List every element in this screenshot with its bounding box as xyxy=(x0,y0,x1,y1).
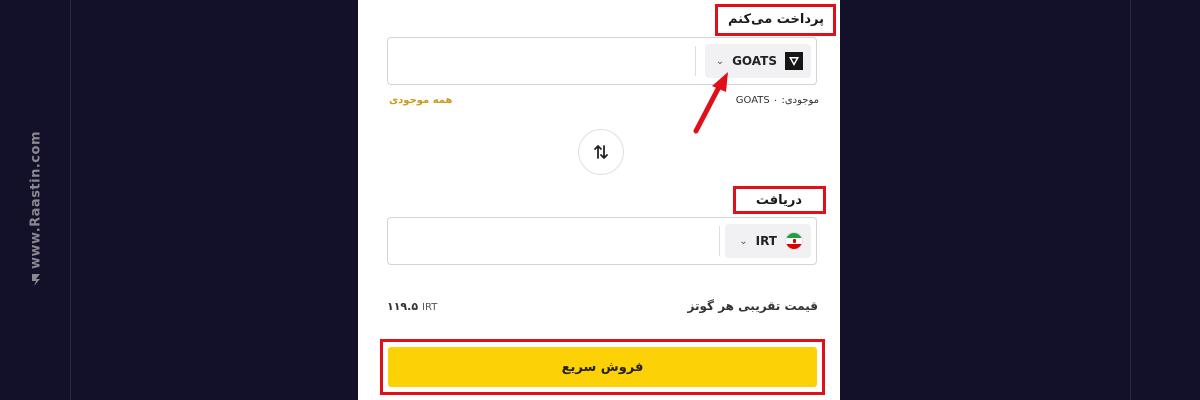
raastin-logo-icon xyxy=(32,274,40,286)
receive-amount-field: ⌄ IRT xyxy=(387,217,817,265)
balance-unit: GOATS xyxy=(735,95,770,106)
pay-label-highlight xyxy=(715,4,836,36)
exchange-panel: پرداخت می‌کنم ⌄ GOATS موجودی: GOATS ۰ هم… xyxy=(358,0,840,400)
sell-button-highlight xyxy=(380,339,825,395)
pay-field-divider xyxy=(695,46,696,76)
all-balance-link[interactable]: همه موجودی xyxy=(389,95,452,106)
receive-amount-input[interactable] xyxy=(394,224,698,260)
receive-label-highlight xyxy=(733,186,826,214)
price-value: ۱۱۹.۵ IRT xyxy=(387,300,437,313)
receive-token-selector[interactable]: ⌄ IRT xyxy=(725,224,811,258)
chevron-down-icon: ⌄ xyxy=(739,235,748,247)
pay-amount-input[interactable] xyxy=(394,44,698,80)
receive-token-code: IRT xyxy=(755,234,777,248)
iran-flag-icon xyxy=(785,232,803,250)
balance-label: موجودی: xyxy=(781,95,819,106)
pay-token-selector[interactable]: ⌄ GOATS xyxy=(705,44,811,78)
price-number: ۱۱۹.۵ xyxy=(387,300,419,313)
pay-token-code: GOATS xyxy=(732,54,777,68)
chevron-down-icon: ⌄ xyxy=(715,55,725,67)
price-label: قیمت تقریبی هر گوتز xyxy=(687,299,818,313)
price-unit: IRT xyxy=(422,302,438,313)
swap-button[interactable] xyxy=(578,129,624,175)
right-guide-line xyxy=(1130,0,1131,400)
swap-arrows-icon xyxy=(594,145,608,159)
receive-field-divider xyxy=(719,226,720,256)
left-guide-line xyxy=(70,0,71,400)
watermark-text: www.Raastin.com xyxy=(28,131,44,269)
balance-value: ۰ xyxy=(772,95,779,106)
pay-amount-field: ⌄ GOATS xyxy=(387,37,817,85)
pay-balance: موجودی: GOATS ۰ xyxy=(736,95,819,106)
goats-logo-icon xyxy=(785,52,803,70)
